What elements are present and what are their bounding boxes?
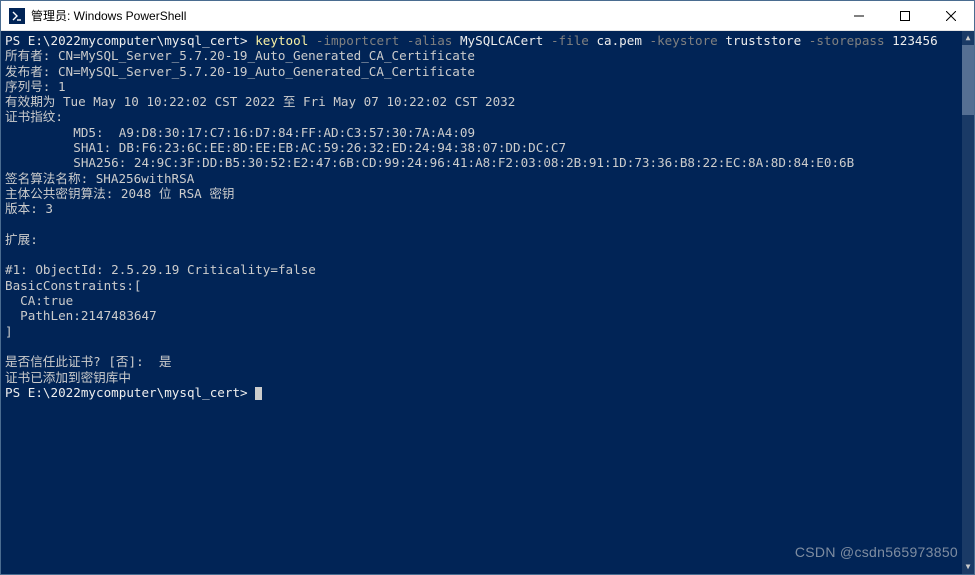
titlebar[interactable]: 管理员: Windows PowerShell bbox=[1, 1, 974, 31]
cmd-alias-value: MySQLCACert bbox=[460, 33, 543, 48]
cursor bbox=[255, 387, 262, 400]
scrollbar-down-icon[interactable]: ▼ bbox=[962, 560, 974, 574]
out-version: 版本: 3 bbox=[5, 201, 53, 216]
window-controls bbox=[836, 1, 974, 30]
cmd-file-value: ca.pem bbox=[596, 33, 642, 48]
close-button[interactable] bbox=[928, 1, 974, 30]
prompt-text: PS E:\2022mycomputer\mysql_cert> bbox=[5, 385, 255, 400]
window-root: 管理员: Windows PowerShell PS E:\2022mycomp… bbox=[0, 0, 975, 575]
out-sha256: SHA256: 24:9C:3F:DD:B5:30:52:E2:47:6B:CD… bbox=[5, 155, 854, 170]
cmd-storepass-value: 123456 bbox=[892, 33, 938, 48]
powershell-icon bbox=[9, 8, 25, 24]
out-md5: MD5: A9:D8:30:17:C7:16:D7:84:FF:AD:C3:57… bbox=[5, 125, 475, 140]
watermark-text: CSDN @csdn565973850 bbox=[795, 545, 958, 560]
out-basic-constraints: BasicConstraints:[ bbox=[5, 278, 141, 293]
out-issuer: 发布者: CN=MySQL_Server_5.7.20-19_Auto_Gene… bbox=[5, 64, 475, 79]
terminal-pane[interactable]: PS E:\2022mycomputer\mysql_cert> keytool… bbox=[1, 31, 974, 574]
out-ext-id: #1: ObjectId: 2.5.29.19 Criticality=fals… bbox=[5, 262, 316, 277]
cmd-keystore-value: truststore bbox=[725, 33, 801, 48]
cmd-arg-alias: -alias bbox=[407, 33, 460, 48]
cmd-arg-keystore: -keystore bbox=[642, 33, 725, 48]
minimize-button[interactable] bbox=[836, 1, 882, 30]
maximize-button[interactable] bbox=[882, 1, 928, 30]
cmd-arg-storepass: -storepass bbox=[801, 33, 892, 48]
prompt-text: PS E:\2022mycomputer\mysql_cert> bbox=[5, 33, 255, 48]
scrollbar-up-icon[interactable]: ▲ bbox=[962, 31, 974, 45]
scrollbar-vertical[interactable]: ▲ ▼ bbox=[962, 31, 974, 574]
out-sig-alg: 签名算法名称: SHA256withRSA bbox=[5, 171, 194, 186]
out-added: 证书已添加到密钥库中 bbox=[5, 370, 131, 385]
out-pubkey: 主体公共密钥算法: 2048 位 RSA 密钥 bbox=[5, 186, 235, 201]
window-title: 管理员: Windows PowerShell bbox=[31, 7, 836, 24]
scrollbar-thumb[interactable] bbox=[962, 45, 974, 115]
out-owner: 所有者: CN=MySQL_Server_5.7.20-19_Auto_Gene… bbox=[5, 48, 475, 63]
out-serial: 序列号: 1 bbox=[5, 79, 66, 94]
cmd-arg-importcert: -importcert bbox=[308, 33, 407, 48]
out-fingerprints-header: 证书指纹: bbox=[5, 109, 63, 124]
out-pathlen: PathLen:2147483647 bbox=[5, 308, 157, 323]
out-basic-constraints-end: ] bbox=[5, 324, 13, 339]
cmd-keytool: keytool bbox=[255, 33, 308, 48]
cmd-arg-file: -file bbox=[543, 33, 596, 48]
out-ext-header: 扩展: bbox=[5, 232, 45, 247]
out-trust-prompt: 是否信任此证书? [否]: 是 bbox=[5, 354, 171, 369]
out-validity: 有效期为 Tue May 10 10:22:02 CST 2022 至 Fri … bbox=[5, 94, 515, 109]
out-sha1: SHA1: DB:F6:23:6C:EE:8D:EE:EB:AC:59:26:3… bbox=[5, 140, 566, 155]
out-ca: CA:true bbox=[5, 293, 73, 308]
